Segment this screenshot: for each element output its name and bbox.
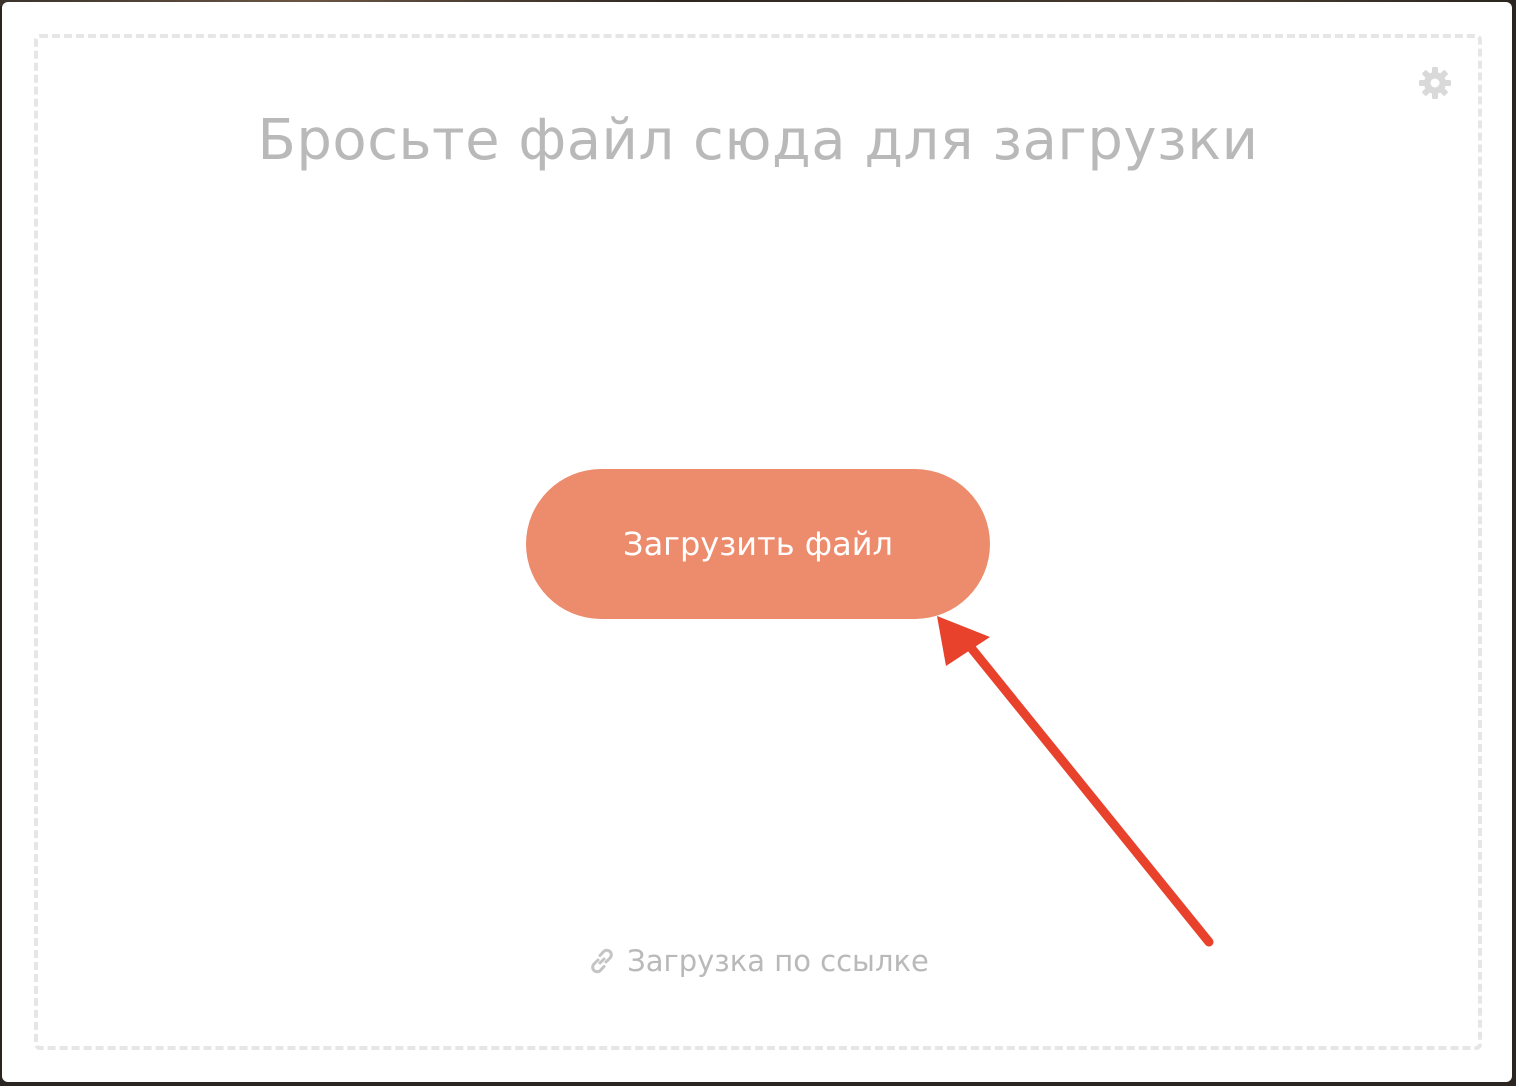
link-icon <box>587 946 617 976</box>
url-upload-label: Загрузка по ссылке <box>627 944 929 978</box>
dropzone-title: Бросьте файл сюда для загрузки <box>257 108 1259 173</box>
gear-icon[interactable] <box>1418 66 1452 100</box>
url-upload-link[interactable]: Загрузка по ссылке <box>0 944 1516 983</box>
upload-file-button[interactable]: Загрузить файл <box>526 469 990 619</box>
